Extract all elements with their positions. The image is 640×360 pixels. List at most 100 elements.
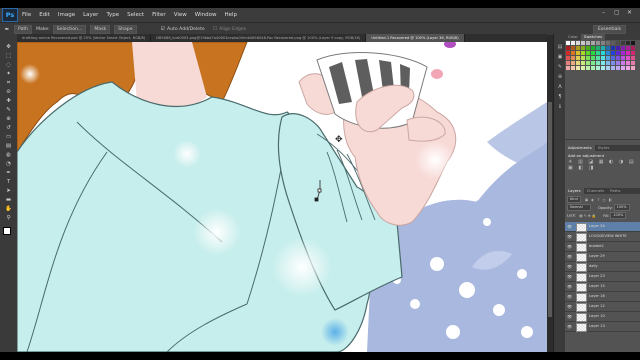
color-swatch[interactable]: [571, 51, 575, 55]
color-swatch[interactable]: [596, 61, 600, 65]
color-swatch[interactable]: [606, 66, 610, 70]
layer-row[interactable]: 👁 Layer 12: [565, 302, 640, 312]
layer-row[interactable]: 👁 Layer 13: [565, 322, 640, 332]
gradient-tool-icon[interactable]: ▤: [4, 143, 13, 149]
color-swatch[interactable]: [616, 66, 620, 70]
color-swatch[interactable]: [631, 51, 635, 55]
color-swatch[interactable]: [571, 61, 575, 65]
color-swatch[interactable]: [566, 51, 570, 55]
minimize-icon[interactable]: –: [602, 9, 605, 16]
blend-mode-select[interactable]: Normal: [567, 204, 591, 211]
color-swatch[interactable]: [601, 61, 605, 65]
color-swatch[interactable]: [616, 51, 620, 55]
hand-tool-icon[interactable]: ✋: [4, 206, 13, 212]
tab-layers[interactable]: Layers: [565, 188, 584, 194]
color-swatch[interactable]: [586, 56, 590, 60]
healing-brush-icon[interactable]: ✚: [4, 98, 13, 104]
color-swatch[interactable]: [606, 56, 610, 60]
visibility-eye-icon[interactable]: 👁: [567, 293, 573, 300]
layer-row[interactable]: 👁 Layer 10: [565, 312, 640, 322]
color-swatch[interactable]: [576, 56, 580, 60]
fill-value[interactable]: 100%: [610, 212, 627, 219]
menu-edit[interactable]: Edit: [39, 12, 50, 18]
color-swatch[interactable]: [601, 41, 605, 45]
visibility-eye-icon[interactable]: 👁: [567, 313, 573, 320]
color-swatch[interactable]: [626, 46, 630, 50]
document-canvas[interactable]: ✥: [17, 42, 547, 352]
doc-tab-1[interactable]: draftAng anime Recovered.psd @ 25% (Vect…: [17, 34, 152, 42]
color-swatch[interactable]: [571, 56, 575, 60]
visibility-eye-icon[interactable]: 👁: [567, 253, 573, 260]
layer-row[interactable]: 👁 LOGODEVIEW WHITE: [565, 232, 640, 242]
color-swatch[interactable]: [611, 41, 615, 45]
color-swatch[interactable]: [601, 51, 605, 55]
color-swatch[interactable]: [581, 51, 585, 55]
type-tool-icon[interactable]: T: [4, 179, 13, 185]
color-swatch[interactable]: [621, 66, 625, 70]
color-swatch[interactable]: [586, 41, 590, 45]
tab-color[interactable]: Color: [565, 34, 581, 40]
marquee-tool-icon[interactable]: ⬚: [4, 53, 13, 59]
doc-tab-2[interactable]: DB5086_lord0003.png@19bbd7a40603cepho0lV…: [151, 34, 367, 42]
menu-help[interactable]: Help: [224, 12, 237, 18]
color-swatch[interactable]: [601, 46, 605, 50]
crop-tool-icon[interactable]: ⌗: [4, 80, 13, 86]
layer-row[interactable]: 👁 Layer 23: [565, 272, 640, 282]
color-swatch[interactable]: [581, 66, 585, 70]
tab-channels[interactable]: Channels: [584, 188, 608, 194]
color-swatch[interactable]: [621, 46, 625, 50]
path-selection-icon[interactable]: ➤: [4, 188, 13, 194]
color-swatch[interactable]: [591, 46, 595, 50]
color-swatch[interactable]: [586, 46, 590, 50]
color-swatch[interactable]: [621, 51, 625, 55]
visibility-eye-icon[interactable]: 👁: [567, 243, 573, 250]
layer-row[interactable]: 👁 Layer 34: [565, 222, 640, 232]
pen-tool-icon[interactable]: ✒: [0, 26, 14, 33]
color-swatch[interactable]: [566, 41, 570, 45]
mask-button[interactable]: Mask: [90, 24, 111, 34]
color-swatch[interactable]: [596, 66, 600, 70]
shape-button[interactable]: Shape: [114, 24, 137, 34]
shape-tool-icon[interactable]: ▬: [4, 197, 13, 203]
color-swatch[interactable]: [626, 51, 630, 55]
color-swatch[interactable]: [576, 51, 580, 55]
color-swatch[interactable]: [621, 61, 625, 65]
auto-add-checkbox[interactable]: ☑: [161, 26, 165, 32]
color-swatch[interactable]: [611, 61, 615, 65]
lasso-tool-icon[interactable]: ◌: [4, 62, 13, 68]
character-panel-icon[interactable]: A: [557, 84, 563, 90]
visibility-eye-icon[interactable]: 👁: [567, 323, 573, 330]
blur-tool-icon[interactable]: ◍: [4, 152, 13, 158]
color-swatch[interactable]: [626, 56, 630, 60]
color-swatch[interactable]: [611, 66, 615, 70]
color-swatch[interactable]: [581, 56, 585, 60]
color-swatch[interactable]: [631, 61, 635, 65]
eraser-tool-icon[interactable]: ▭: [4, 134, 13, 140]
color-swatch[interactable]: [606, 41, 610, 45]
tab-styles[interactable]: Styles: [595, 145, 613, 151]
color-swatch[interactable]: [611, 56, 615, 60]
color-swatch[interactable]: [591, 66, 595, 70]
lock-icons[interactable]: ▦ ✎ ✥ 🔒: [579, 214, 596, 218]
align-edges-checkbox[interactable]: ☐: [213, 26, 217, 32]
magic-wand-icon[interactable]: ✦: [4, 71, 13, 77]
color-swatch[interactable]: [606, 61, 610, 65]
color-swatch[interactable]: [571, 46, 575, 50]
foreground-color-swatch[interactable]: [3, 227, 11, 235]
menu-file[interactable]: File: [22, 12, 31, 18]
swatches-grid[interactable]: [566, 41, 638, 71]
tab-swatches[interactable]: Swatches: [580, 34, 606, 40]
tab-adjustments[interactable]: Adjustments: [565, 145, 595, 151]
info-panel-icon[interactable]: ℹ: [557, 104, 563, 110]
clone-stamp-icon[interactable]: ⊕: [4, 116, 13, 122]
layer-row[interactable]: 👁 daily: [565, 262, 640, 272]
color-swatch[interactable]: [616, 61, 620, 65]
color-swatch[interactable]: [631, 56, 635, 60]
layer-row[interactable]: 👁 bubble2: [565, 242, 640, 252]
color-swatch[interactable]: [566, 61, 570, 65]
filter-icons[interactable]: ▣ ◐ T ◻ ◧: [585, 198, 613, 202]
menu-filter[interactable]: Filter: [152, 12, 166, 18]
color-swatch[interactable]: [581, 41, 585, 45]
color-swatch[interactable]: [626, 66, 630, 70]
properties-panel-icon[interactable]: ▣: [557, 54, 563, 60]
